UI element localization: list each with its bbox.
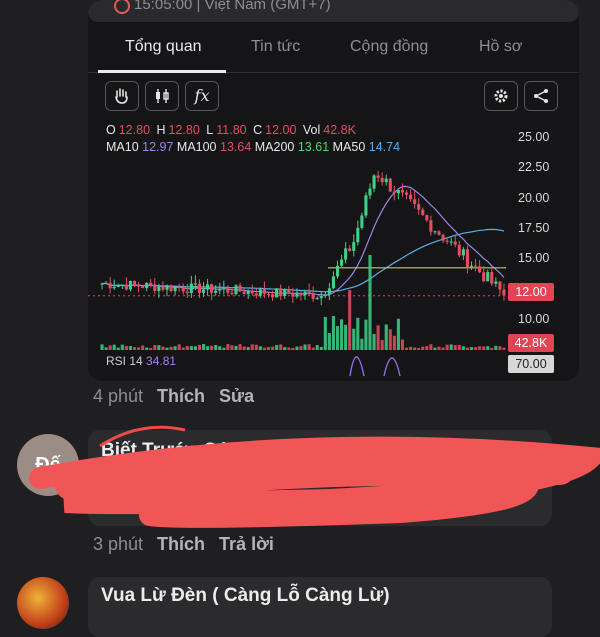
- avatar-2[interactable]: [17, 577, 69, 629]
- comment-bubble-2: Vua Lừ Đèn ( Càng Lỗ Càng Lừ): [88, 577, 552, 637]
- comment-time: 3 phút: [93, 534, 144, 554]
- comment-author-2[interactable]: Vua Lừ Đèn ( Càng Lỗ Càng Lừ): [101, 585, 390, 607]
- reply-button[interactable]: Trả lời: [219, 534, 274, 554]
- comment-meta: 3 phút Thích Trả lời: [93, 534, 274, 555]
- comment-like-button[interactable]: Thích: [157, 534, 205, 554]
- red-scribble-overlay: [29, 425, 600, 528]
